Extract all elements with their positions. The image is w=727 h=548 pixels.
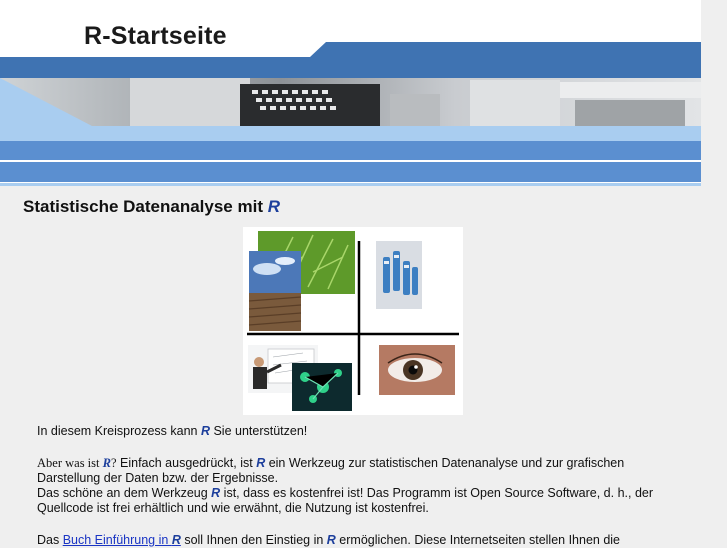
data-analysis-cycle-graphic xyxy=(243,227,463,415)
page-heading-text: Statistische Datenanalyse mit xyxy=(23,197,263,216)
answer-text-start: Einfach ausgedrückt, ist xyxy=(116,456,257,470)
site-title: R-Startseite xyxy=(84,22,227,50)
r-logo-mark: R xyxy=(211,486,221,500)
intro-text-start: In diesem Kreisprozess kann xyxy=(37,424,201,438)
main-content: In diesem Kreisprozess kann R Sie unters… xyxy=(37,424,687,548)
r-logo-mark: R xyxy=(256,456,266,470)
intro-paragraph: In diesem Kreisprozess kann R Sie unters… xyxy=(37,424,687,439)
header-banner: R-Startseite xyxy=(0,0,701,186)
intro-text-end: Sie unterstützen! xyxy=(210,424,308,438)
r-logo-mark: R xyxy=(200,424,210,438)
r-logo-mark: R xyxy=(102,456,111,470)
page-heading: Statistische Datenanalyse mit R xyxy=(23,197,280,217)
question-text: Aber was ist xyxy=(37,456,103,470)
r-logo-mark: R xyxy=(267,197,280,216)
book-paragraph: Das Buch Einführung in R soll Ihnen den … xyxy=(37,533,687,548)
free-text-start: Das schöne an dem Werkzeug xyxy=(37,486,212,500)
what-is-r-paragraph: Aber was ist R? Einfach ausgedrückt, ist… xyxy=(37,456,687,516)
